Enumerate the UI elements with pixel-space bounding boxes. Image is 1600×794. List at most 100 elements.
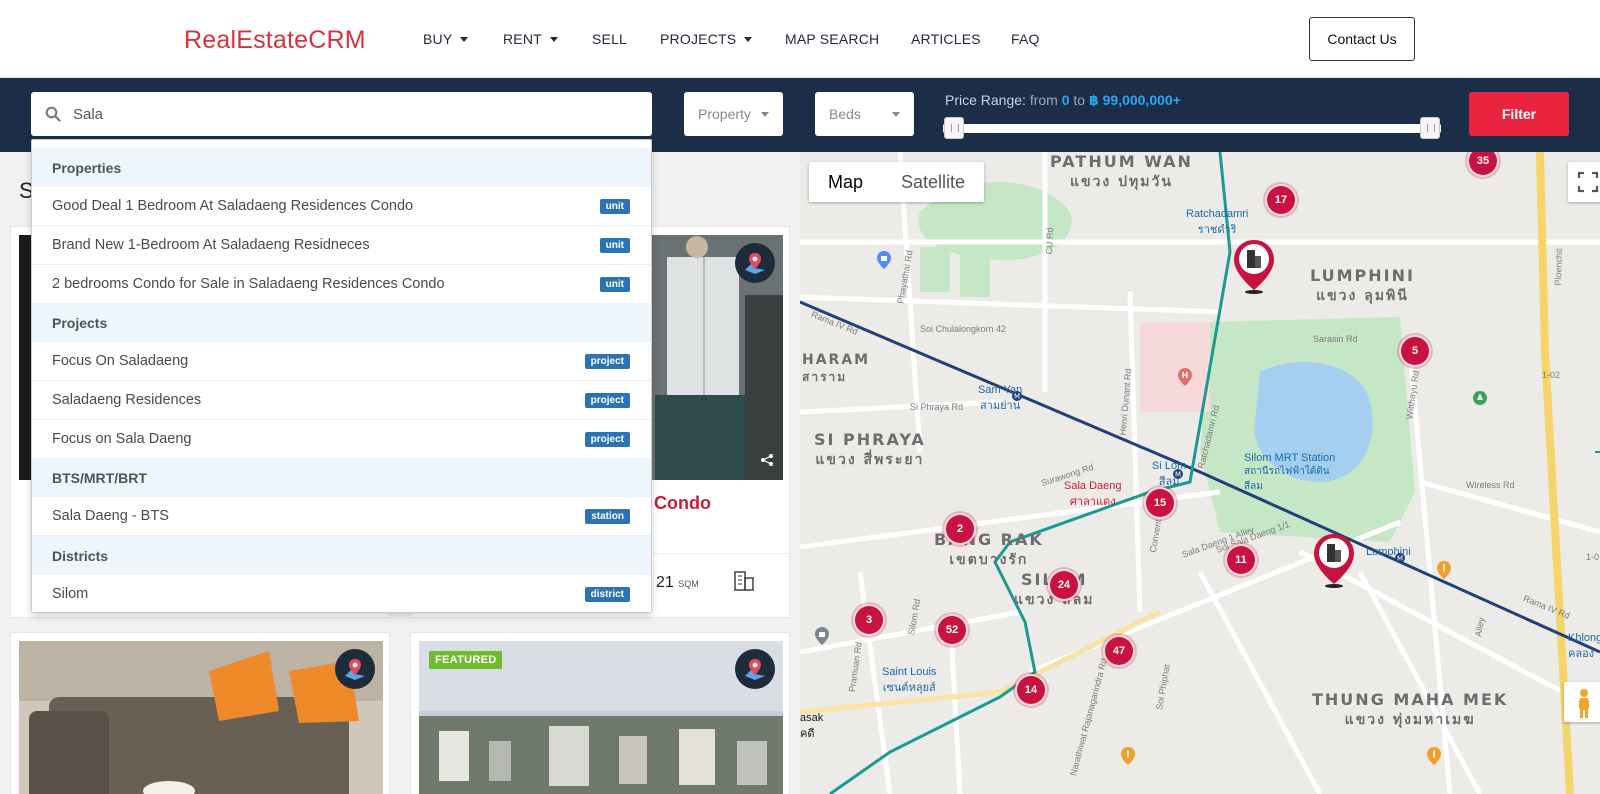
svg-text:M: M xyxy=(1397,555,1403,563)
type-tag: project xyxy=(584,432,630,447)
map-location-icon xyxy=(745,253,765,274)
street-view-button[interactable] xyxy=(1564,682,1600,722)
restaurant-icon xyxy=(1121,747,1135,765)
group-header-properties: Properties xyxy=(32,148,651,187)
group-header-districts: Districts xyxy=(32,536,651,575)
svg-text:M: M xyxy=(1014,393,1020,401)
street-label: Soi Chulalongkorn 42 xyxy=(920,324,1007,334)
type-tag: project xyxy=(584,393,630,408)
price-range-label: Price Range: from 0 to ฿ 99,000,000+ xyxy=(945,92,1181,108)
contact-us-button[interactable]: Contact Us xyxy=(1309,17,1415,61)
nav-faq[interactable]: FAQ xyxy=(1011,31,1040,47)
road-label: Ploenchit xyxy=(1552,248,1565,286)
price-min-handle[interactable] xyxy=(944,117,964,139)
listing-cluster-marker[interactable]: 3 xyxy=(853,604,885,636)
group-header-stations: BTS/MRT/BRT xyxy=(32,458,651,497)
beds-select[interactable]: Beds xyxy=(815,92,914,136)
listing-cluster-marker[interactable]: 14 xyxy=(1015,674,1047,706)
search-autocomplete-dropdown: Properties Good Deal 1 Bedroom At Salada… xyxy=(31,139,652,613)
map-type-satellite-button[interactable]: Satellite xyxy=(882,162,984,202)
suggestion-item[interactable]: Focus on Sala Daeng project xyxy=(32,420,651,459)
map-pin-badge[interactable] xyxy=(335,649,375,689)
map-type-toggle: Map Satellite xyxy=(809,162,985,202)
school-icon xyxy=(815,627,829,645)
road-number-label: 1-0 xyxy=(1586,552,1600,562)
station-label: Khlong Tคลอง xyxy=(1568,632,1600,660)
street-label: Wireless Rd xyxy=(1466,480,1515,490)
nav-map-search[interactable]: MAP SEARCH xyxy=(785,31,879,47)
suggestion-item[interactable]: 2 bedrooms Condo for Sale in Saladaeng R… xyxy=(32,265,651,304)
fullscreen-icon xyxy=(1577,171,1599,193)
fullscreen-button[interactable] xyxy=(1568,162,1600,202)
map-type-map-button[interactable]: Map xyxy=(809,162,882,202)
chevron-down-icon xyxy=(460,37,469,42)
property-marker-icon[interactable] xyxy=(1232,238,1276,294)
type-tag: unit xyxy=(599,238,630,253)
street-label: Si Phraya Rd xyxy=(910,402,964,412)
pegman-icon xyxy=(1579,689,1589,718)
filter-button[interactable]: Filter xyxy=(1469,92,1569,136)
listing-card[interactable]: FEATURED xyxy=(410,632,790,794)
listing-cluster-marker[interactable]: 52 xyxy=(936,614,968,646)
suggestion-item[interactable]: Brand New 1-Bedroom At Saladaeng Residne… xyxy=(32,226,651,265)
suggestion-item[interactable]: Sala Daeng - BTS station xyxy=(32,497,651,536)
suggestion-item[interactable]: Focus On Saladaeng project xyxy=(32,342,651,381)
chevron-down-icon xyxy=(744,37,753,42)
suggestion-item[interactable]: Silom district xyxy=(32,575,651,612)
listing-area: 21 SQM xyxy=(656,574,699,591)
listing-cluster-marker[interactable]: 2 xyxy=(944,513,976,545)
listing-card[interactable] xyxy=(10,632,390,794)
nav-rent[interactable]: RENT xyxy=(503,31,558,47)
restaurant-icon xyxy=(1437,561,1451,579)
mrt-station-icon: M xyxy=(1012,391,1022,401)
listing-cluster-marker[interactable]: 15 xyxy=(1144,487,1176,519)
restaurant-icon xyxy=(1427,747,1441,765)
area-label: THUNG MAHA MEK แขวง ทุ่งมหาเมฆ xyxy=(1312,690,1509,728)
listing-cluster-marker[interactable]: 11 xyxy=(1225,544,1257,576)
property-type-select[interactable]: Property xyxy=(684,92,783,136)
suggestion-item[interactable]: Saladaeng Residences project xyxy=(32,381,651,420)
listing-photo[interactable]: FEATURED xyxy=(419,641,783,794)
property-marker-icon[interactable] xyxy=(1312,532,1356,588)
chevron-down-icon xyxy=(549,37,558,42)
suggestion-item[interactable]: Good Deal 1 Bedroom At Saladaeng Residen… xyxy=(32,187,651,226)
type-tag: station xyxy=(585,509,630,524)
search-input[interactable] xyxy=(73,92,633,136)
price-max-handle[interactable] xyxy=(1420,117,1440,139)
svg-text:H: H xyxy=(1182,371,1189,380)
listing-cluster-marker[interactable]: 5 xyxy=(1399,335,1431,367)
area-label: PATHUM WAN แขวง ปทุมวัน xyxy=(1050,152,1193,190)
site-header: RealEstateCRM BUY RENT SELL PROJECTS MAP… xyxy=(0,0,1600,78)
nav-sell[interactable]: SELL xyxy=(592,31,627,47)
area-label: SI PHRAYA แขวง สี่พระยา xyxy=(814,430,926,468)
featured-badge: FEATURED xyxy=(429,651,503,669)
share-icon[interactable] xyxy=(760,453,774,467)
nav-articles[interactable]: ARTICLES xyxy=(911,31,981,47)
site-logo[interactable]: RealEstateCRM xyxy=(184,26,366,55)
map-view[interactable]: PATHUM WAN แขวง ปทุมวัน LUMPHINI แขวง ลุมพ… xyxy=(800,152,1600,794)
search-box xyxy=(31,92,652,136)
chevron-down-icon xyxy=(892,112,900,117)
building-icon xyxy=(734,571,754,591)
map-location-icon xyxy=(345,659,365,680)
listing-photo[interactable] xyxy=(19,641,383,794)
map-pin-badge[interactable] xyxy=(735,649,775,689)
street-label: Sarasin Rd xyxy=(1313,334,1358,344)
map-pin-badge[interactable] xyxy=(735,243,775,283)
sofa-photo xyxy=(19,641,383,794)
svg-text:M: M xyxy=(1175,471,1181,479)
listing-cluster-marker[interactable]: 24 xyxy=(1048,569,1080,601)
type-tag: unit xyxy=(599,199,630,214)
group-header-projects: Projects xyxy=(32,303,651,342)
search-icon xyxy=(45,106,61,122)
street-label: CU Rd xyxy=(1044,227,1055,255)
mrt-station-icon: M xyxy=(1395,553,1405,563)
price-range-slider[interactable] xyxy=(943,124,1441,133)
nav-buy[interactable]: BUY xyxy=(423,31,469,47)
station-label: Sala Daeng ศาลาแดง xyxy=(1064,480,1122,508)
nav-projects[interactable]: PROJECTS xyxy=(660,31,753,47)
listing-cluster-marker[interactable]: 17 xyxy=(1265,184,1297,216)
area-label: LUMPHINI แขวง ลุมพินี xyxy=(1310,266,1415,304)
listing-cluster-marker[interactable]: 47 xyxy=(1103,635,1135,667)
station-label: Silom MRT Station สถานีรถไฟฟ้าใต้ดินสีลม xyxy=(1244,452,1336,492)
